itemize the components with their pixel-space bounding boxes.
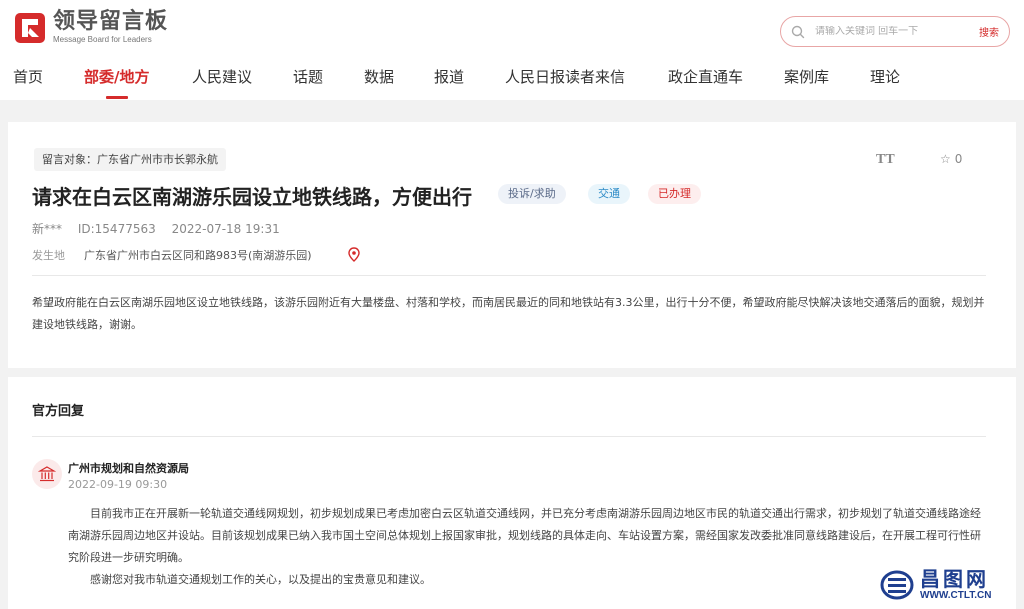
reply-date: 2022-09-19 09:30 — [68, 478, 168, 491]
font-size-icon: TT — [876, 152, 895, 167]
reply-paragraph: 目前我市正在开展新一轮轨道交通线网规划，初步规划成果已考虑加密白云区轨道交通线网… — [68, 507, 981, 564]
logo-mark-icon — [15, 12, 45, 43]
logo-subtitle: Message Board for Leaders — [53, 35, 152, 44]
message-title: 请求在白云区南湖游乐园设立地铁线路，方便出行 — [32, 185, 472, 209]
favorite-button[interactable]: ☆ 0 — [940, 152, 962, 166]
nav-topics[interactable]: 话题 — [293, 66, 323, 87]
location-label: 发生地 — [32, 249, 65, 262]
divider — [32, 275, 986, 276]
site-logo[interactable]: 领导留言板 Message Board for Leaders — [13, 10, 168, 45]
status-badge: 已办理 — [648, 184, 701, 204]
nav-ministries-local[interactable]: 部委/地方 — [84, 66, 149, 99]
watermark-url: WWW.CTLT.CN — [920, 590, 992, 601]
message-author: 新*** — [32, 222, 63, 236]
font-size-toggle[interactable]: TT — [876, 152, 895, 168]
search-input[interactable] — [815, 26, 979, 37]
location-pin-icon[interactable] — [348, 247, 360, 262]
reply-org-name: 广州市规划和自然资源局 — [68, 462, 189, 475]
government-building-icon — [32, 459, 62, 489]
nav-people-suggestions[interactable]: 人民建议 — [192, 66, 252, 87]
reply-heading: 官方回复 — [32, 404, 85, 419]
nav-reports[interactable]: 报道 — [434, 66, 464, 87]
message-target: 留言对象：广东省广州市市长郭永航 — [34, 148, 226, 171]
category-badge[interactable]: 投诉/求助 — [498, 184, 566, 204]
search-icon — [791, 25, 805, 38]
favorite-count: 0 — [954, 152, 963, 166]
watermark: 昌图网 WWW.CTLT.CN — [880, 563, 1020, 607]
search-button[interactable]: 搜索 — [979, 24, 999, 39]
watermark-name: 昌图网 — [920, 567, 989, 591]
location-value: 广东省广州市白云区同和路983号(南湖游乐园) — [84, 249, 312, 262]
reply-body: 目前我市正在开展新一轮轨道交通线网规划，初步规划成果已考虑加密白云区轨道交通线网… — [68, 503, 988, 591]
watermark-logo-icon — [880, 570, 914, 600]
reply-card: 官方回复 广州市规划和自然资源局 2022-09-19 09:30 目前我市正在… — [8, 377, 1016, 609]
divider — [32, 436, 986, 437]
message-datetime: 2022-07-18 19:31 — [171, 222, 280, 236]
message-card: 留言对象：广东省广州市市长郭永航 TT ☆ 0 请求在白云区南湖游乐园设立地铁线… — [8, 122, 1016, 368]
nav-theory[interactable]: 理论 — [870, 66, 900, 87]
logo-title: 领导留言板 — [53, 9, 169, 34]
star-icon: ☆ — [940, 152, 951, 166]
nav-readers-letters[interactable]: 人民日报读者来信 — [505, 66, 625, 87]
nav-enterprise-express[interactable]: 政企直通车 — [668, 66, 743, 87]
nav-home[interactable]: 首页 — [13, 66, 43, 87]
site-header: 领导留言板 Message Board for Leaders 搜索 首页 部委… — [0, 0, 1024, 100]
topic-badge[interactable]: 交通 — [588, 184, 630, 204]
reply-paragraph: 感谢您对我市轨道交通规划工作的关心，以及提出的宝贵意见和建议。 — [90, 573, 431, 586]
nav-case-library[interactable]: 案例库 — [784, 66, 829, 87]
message-content: 希望政府能在白云区南湖乐园地区设立地铁线路，该游乐园附近有大量楼盘、村落和学校，… — [32, 296, 985, 331]
search-box: 搜索 — [780, 16, 1010, 47]
nav-data[interactable]: 数据 — [364, 66, 394, 87]
message-meta: 新*** ID:15477563 2022-07-18 19:31 — [32, 220, 292, 237]
message-id: ID:15477563 — [77, 222, 156, 236]
